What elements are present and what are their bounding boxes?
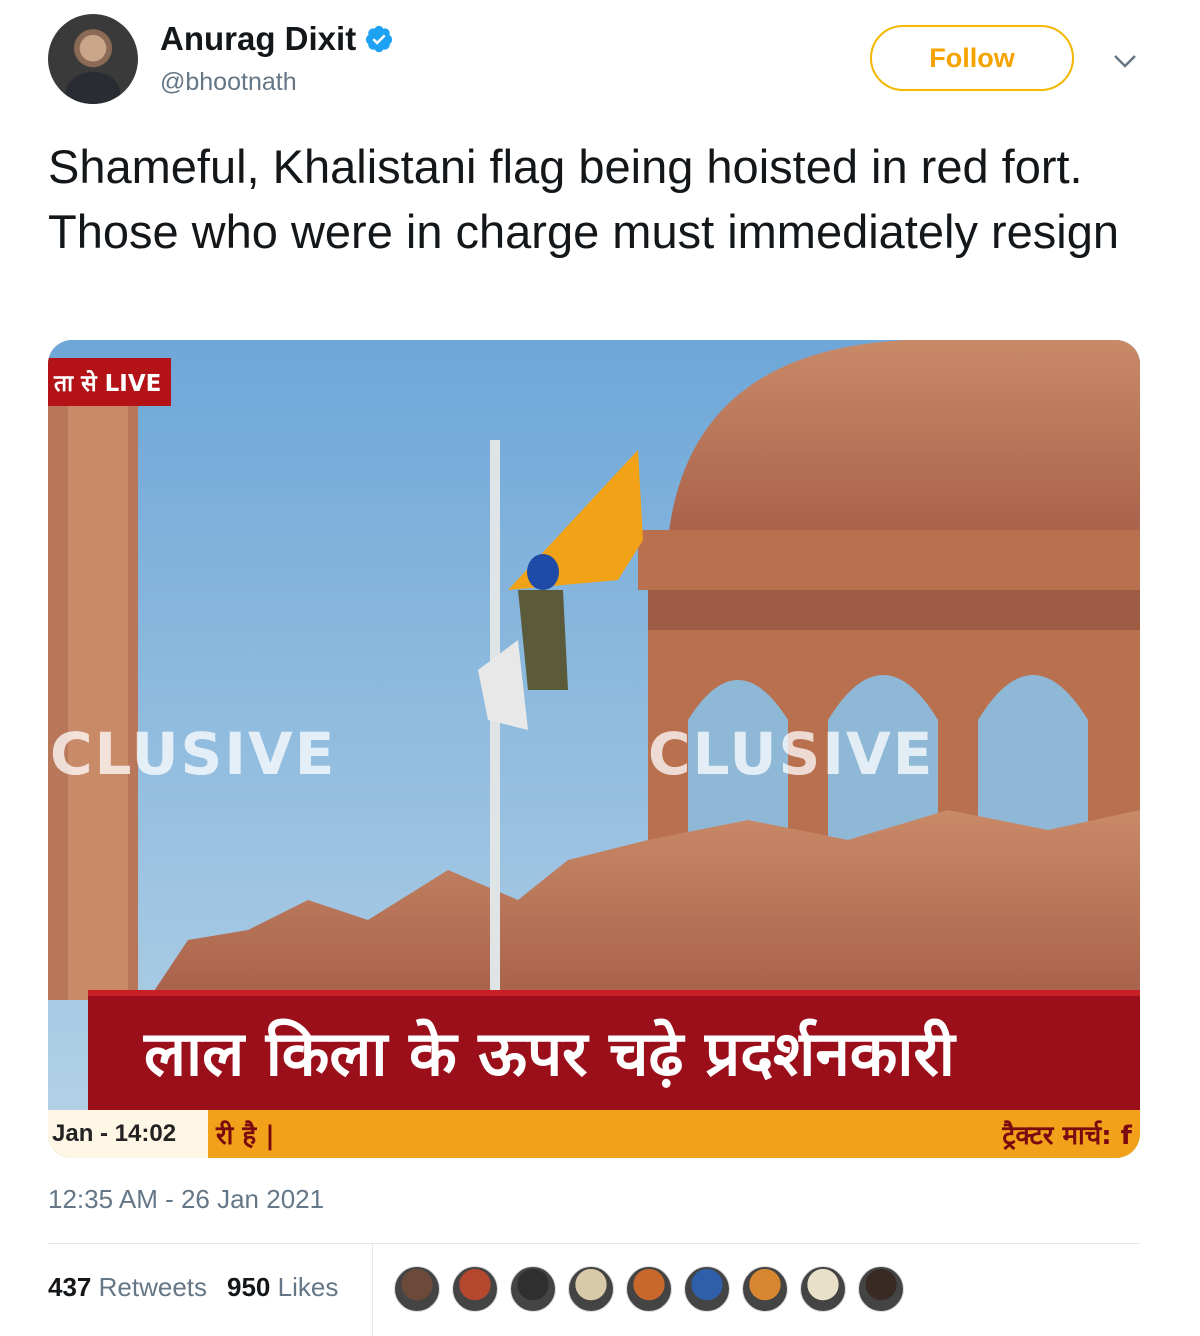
watermark-left: CLUSIVE [50, 720, 337, 788]
liker-avatar[interactable] [858, 1266, 904, 1312]
liker-avatar[interactable] [742, 1266, 788, 1312]
author-display-name[interactable]: Anurag Dixit [160, 20, 394, 58]
likes-label[interactable]: Likes [278, 1272, 339, 1302]
divider [48, 1243, 1140, 1244]
chevron-down-icon[interactable] [1110, 46, 1140, 76]
liker-avatar[interactable] [800, 1266, 846, 1312]
news-ticker: Jan - 14:02 री है | ट्रैक्टर मार्च: f [48, 1110, 1140, 1158]
live-tag: ता से LIVE [48, 358, 172, 406]
tweet-header: Anurag Dixit @bhootnath Follow [48, 12, 1140, 112]
retweets-label[interactable]: Retweets [99, 1272, 207, 1302]
ticker-right-text: ट्रैक्टर मार्च: f [1002, 1121, 1132, 1151]
likes-stat[interactable]: 950 Likes [227, 1272, 338, 1303]
ticker-left-text: री है | [216, 1121, 275, 1151]
likes-count[interactable]: 950 [227, 1272, 270, 1302]
tweet-stats: 437 Retweets 950 Likes [48, 1272, 338, 1303]
tweet-media-image[interactable]: ता से LIVE CLUSIVE CLUSIVE लाल किला के ऊ… [48, 340, 1140, 1158]
author-avatar[interactable] [48, 14, 138, 104]
watermark-mid: CLUSIVE [648, 720, 935, 788]
author-handle[interactable]: @bhootnath [160, 68, 394, 97]
verified-badge-icon [366, 25, 393, 53]
follow-button[interactable]: Follow [870, 25, 1074, 91]
stats-divider [372, 1244, 373, 1336]
tweet-text: Shameful, Khalistani flag being hoisted … [48, 140, 1120, 258]
liker-avatar[interactable] [568, 1266, 614, 1312]
liker-avatar[interactable] [394, 1266, 440, 1312]
author-name-block: Anurag Dixit @bhootnath [160, 20, 394, 97]
tweet-timestamp[interactable]: 12:35 AM - 26 Jan 2021 [48, 1184, 324, 1215]
author-name-text[interactable]: Anurag Dixit [160, 20, 356, 58]
liker-avatars [394, 1266, 904, 1312]
liker-avatar[interactable] [626, 1266, 672, 1312]
ticker-time: Jan - 14:02 [48, 1110, 208, 1158]
retweets-count[interactable]: 437 [48, 1272, 91, 1302]
headline-text: लाल किला के ऊपर चढ़े प्रदर्शनकारी [144, 1017, 955, 1090]
news-headline-banner: लाल किला के ऊपर चढ़े प्रदर्शनकारी [88, 990, 1140, 1110]
liker-avatar[interactable] [684, 1266, 730, 1312]
retweets-stat[interactable]: 437 Retweets [48, 1272, 207, 1303]
liker-avatar[interactable] [510, 1266, 556, 1312]
liker-avatar[interactable] [452, 1266, 498, 1312]
